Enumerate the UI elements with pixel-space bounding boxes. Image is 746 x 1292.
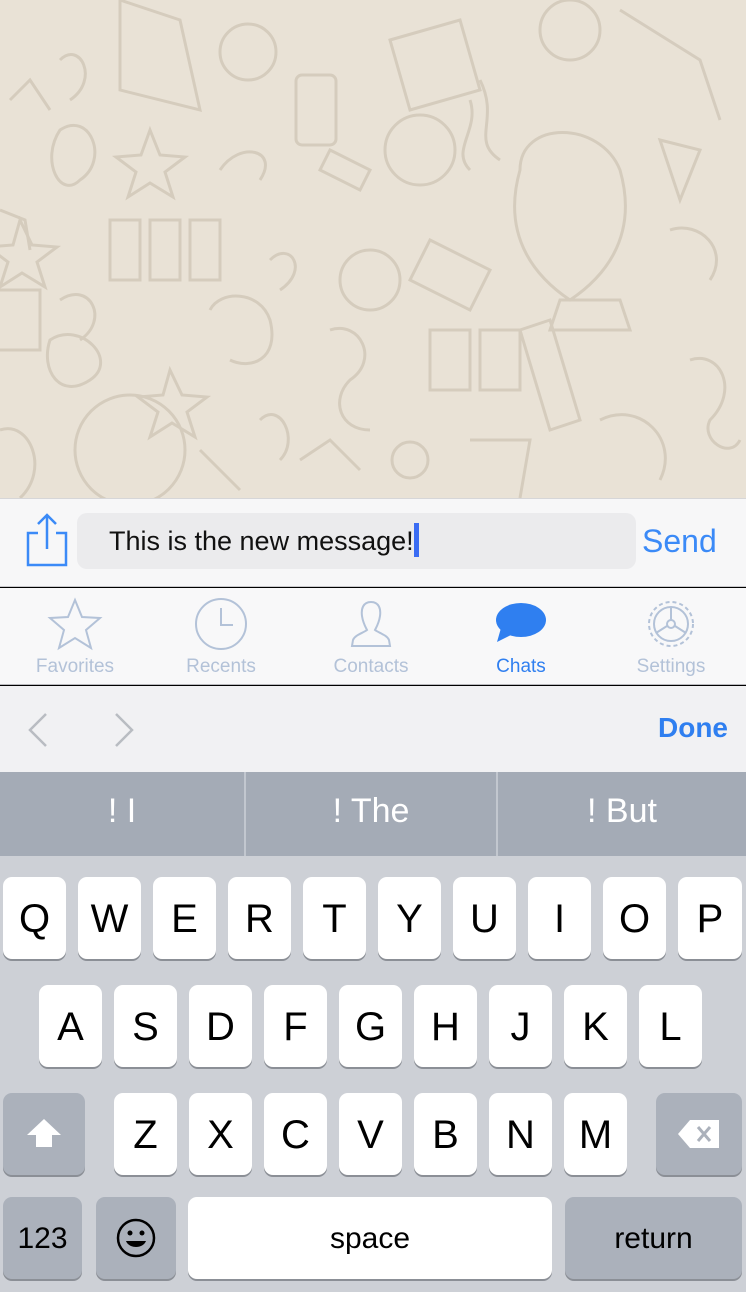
message-text: This is the new message!: [109, 526, 414, 556]
key-j[interactable]: J: [489, 985, 552, 1067]
tab-chats[interactable]: Chats: [446, 588, 596, 685]
tab-contacts[interactable]: Contacts: [296, 588, 446, 685]
shift-key[interactable]: [3, 1093, 85, 1175]
next-field-button[interactable]: [108, 710, 138, 750]
key-c[interactable]: C: [264, 1093, 327, 1175]
space-key[interactable]: space: [188, 1197, 552, 1279]
shift-arrow-icon: [27, 1119, 61, 1147]
key-q[interactable]: Q: [3, 877, 66, 959]
key-l[interactable]: L: [639, 985, 702, 1067]
tab-label: Favorites: [35, 656, 115, 677]
key-m[interactable]: M: [564, 1093, 627, 1175]
numbers-key[interactable]: 123: [3, 1197, 82, 1279]
emoji-key[interactable]: [96, 1197, 176, 1279]
key-u[interactable]: U: [453, 877, 516, 959]
share-button[interactable]: [22, 511, 72, 569]
person-icon: [350, 600, 392, 647]
tab-favorites[interactable]: Favorites: [0, 588, 150, 685]
key-i[interactable]: I: [528, 877, 591, 959]
message-composer: This is the new message! Send: [0, 498, 746, 587]
key-k[interactable]: K: [564, 985, 627, 1067]
key-e[interactable]: E: [153, 877, 216, 959]
key-s[interactable]: S: [114, 985, 177, 1067]
previous-field-button[interactable]: [24, 710, 54, 750]
key-n[interactable]: N: [489, 1093, 552, 1175]
key-w[interactable]: W: [78, 877, 141, 959]
doodle-wallpaper: [0, 0, 742, 498]
key-r[interactable]: R: [228, 877, 291, 959]
key-d[interactable]: D: [189, 985, 252, 1067]
share-icon: [26, 513, 68, 567]
tab-label: Chats: [496, 656, 546, 677]
suggestion-1[interactable]: ! I: [0, 772, 244, 856]
key-t[interactable]: T: [303, 877, 366, 959]
key-v[interactable]: V: [339, 1093, 402, 1175]
emoji-icon: [116, 1218, 156, 1258]
star-icon: [47, 597, 103, 651]
key-a[interactable]: A: [39, 985, 102, 1067]
key-o[interactable]: O: [603, 877, 666, 959]
key-y[interactable]: Y: [378, 877, 441, 959]
backspace-icon: [678, 1120, 719, 1148]
keyboard-accessory-bar: Done: [0, 686, 746, 772]
return-key[interactable]: return: [565, 1197, 742, 1279]
send-button[interactable]: Send: [642, 521, 717, 561]
keyboard: Q W E R T Y U I O P A S D F G H J K L Z …: [0, 856, 746, 1292]
predictive-bar: ! I ! The ! But: [0, 772, 746, 856]
tab-label: Contacts: [333, 656, 409, 677]
key-g[interactable]: G: [339, 985, 402, 1067]
clock-icon: [195, 598, 247, 650]
done-button[interactable]: Done: [658, 712, 728, 744]
key-p[interactable]: P: [678, 877, 742, 959]
key-h[interactable]: H: [414, 985, 477, 1067]
chat-background: [0, 0, 746, 498]
key-b[interactable]: B: [414, 1093, 477, 1175]
tab-label: Settings: [636, 656, 706, 677]
tab-label: Recents: [186, 656, 256, 677]
suggestion-3[interactable]: ! But: [498, 772, 746, 856]
message-input[interactable]: This is the new message!: [77, 513, 636, 569]
key-x[interactable]: X: [189, 1093, 252, 1175]
gear-icon: [648, 601, 694, 647]
tab-bar: Favorites Recents Contacts Chats Setting…: [0, 588, 746, 685]
key-z[interactable]: Z: [114, 1093, 177, 1175]
suggestion-2[interactable]: ! The: [246, 772, 496, 856]
chat-bubble-icon: [496, 603, 546, 642]
text-caret: [413, 522, 419, 557]
delete-key[interactable]: [656, 1093, 742, 1175]
tab-settings[interactable]: Settings: [596, 588, 746, 685]
key-f[interactable]: F: [264, 985, 327, 1067]
tab-recents[interactable]: Recents: [146, 588, 296, 685]
